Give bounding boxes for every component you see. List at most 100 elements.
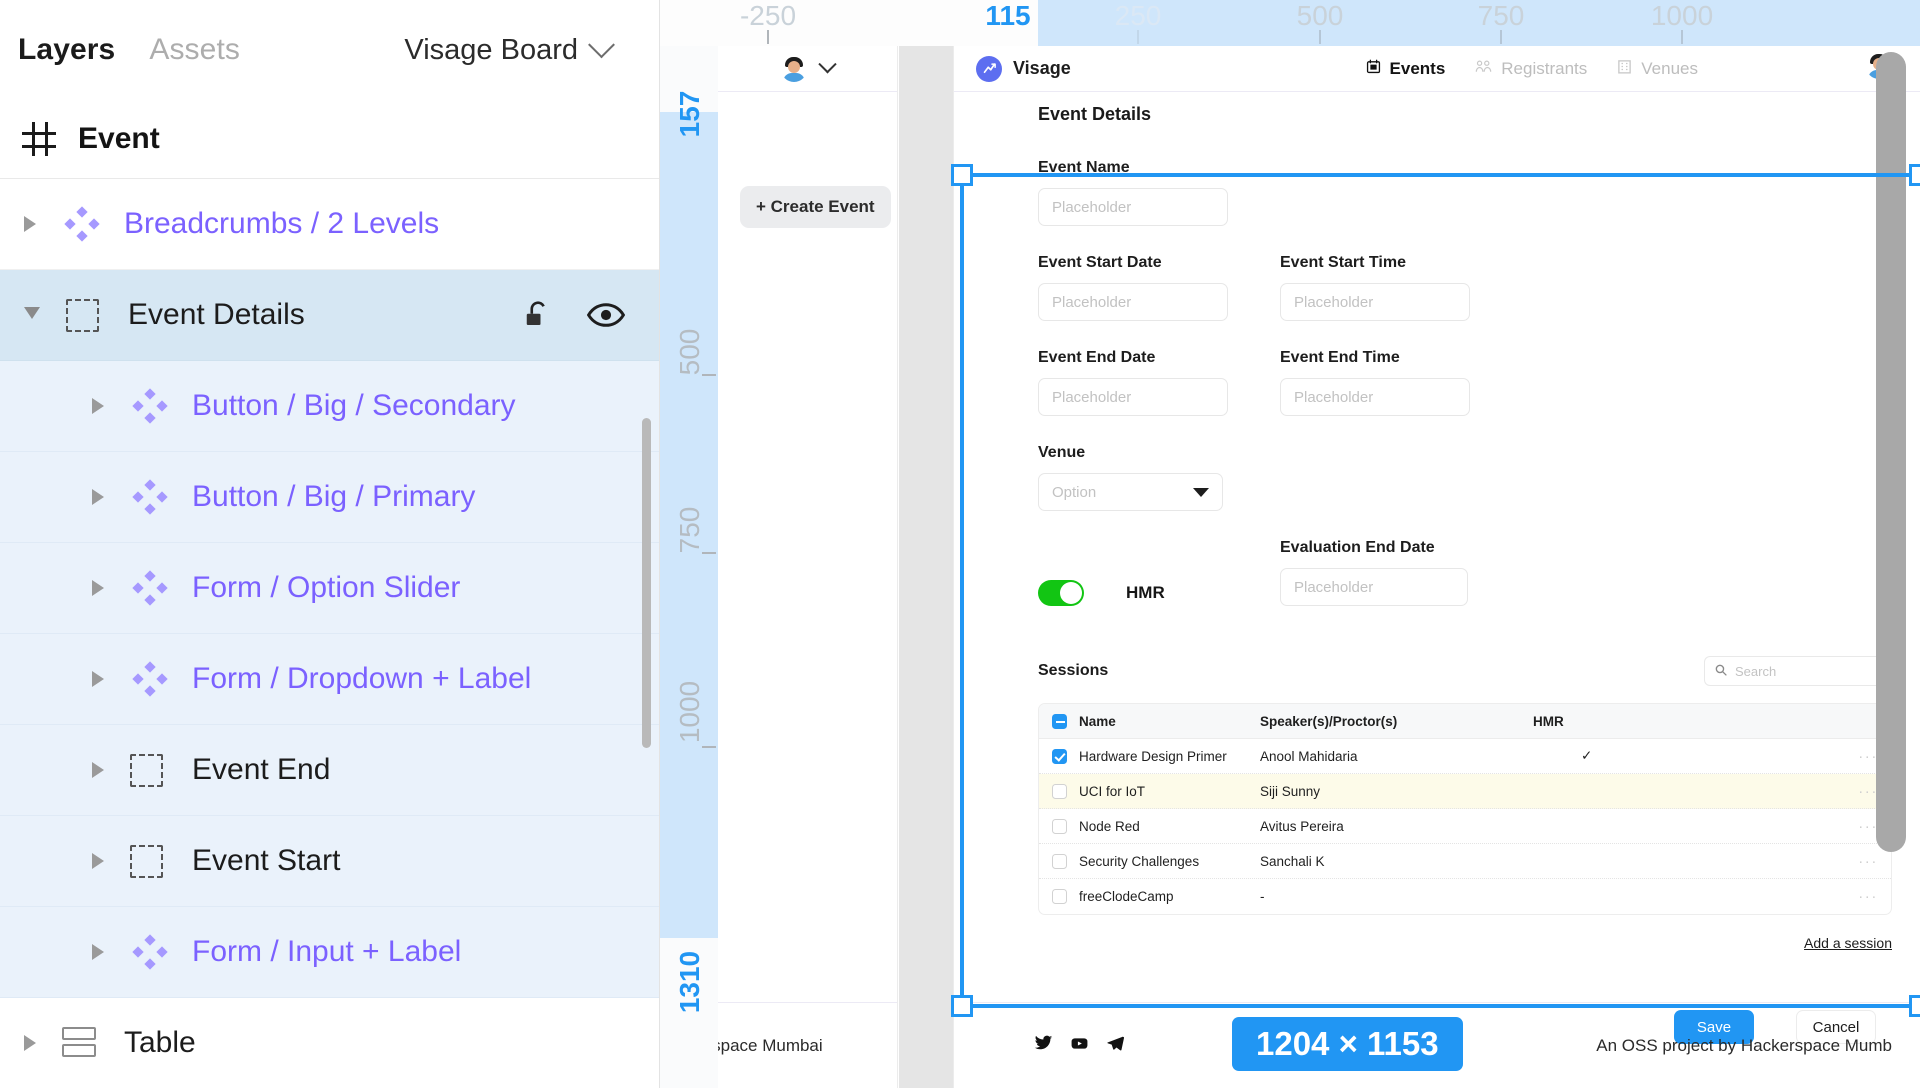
mock-sidebar-artboard: + Create Event ckerspace Mumbai <box>718 46 898 1088</box>
layer-row-form-dropdown-label[interactable]: Form / Dropdown + Label <box>0 634 659 725</box>
youtube-icon[interactable] <box>1070 1034 1089 1058</box>
form-section-title: Event Details <box>1038 104 1152 124</box>
row-checkbox[interactable] <box>1052 818 1067 834</box>
component-icon <box>62 204 102 244</box>
search-icon <box>1715 664 1727 679</box>
board-selector[interactable]: Visage Board <box>404 30 641 67</box>
canvas-body[interactable]: + Create Event ckerspace Mumbai Visage <box>718 46 1920 1088</box>
component-icon <box>130 386 170 426</box>
event-start-date-input[interactable]: Placeholder <box>1038 283 1228 321</box>
column-header-name: Name <box>1079 713 1116 729</box>
caret-right-icon[interactable] <box>92 762 104 778</box>
layer-row-event-details[interactable]: Event Details <box>0 270 659 361</box>
row-checkbox[interactable] <box>1052 748 1067 764</box>
frame-name: Event <box>78 122 160 155</box>
nav-item-registrants[interactable]: Registrants <box>1475 59 1587 79</box>
evaluation-end-date-input[interactable]: Placeholder <box>1280 568 1468 606</box>
table-row[interactable]: Security Challenges Sanchali K ··· <box>1039 844 1891 879</box>
row-checkbox[interactable] <box>1052 853 1067 869</box>
layer-row-breadcrumbs[interactable]: Breadcrumbs / 2 Levels <box>0 179 659 270</box>
artboard-gap <box>899 46 953 1088</box>
nav-label: Registrants <box>1501 58 1588 78</box>
caret-right-icon[interactable] <box>92 580 104 596</box>
chevron-down-icon[interactable] <box>818 55 837 74</box>
cell-name: Hardware Design Primer <box>1079 748 1227 764</box>
caret-down-icon <box>1193 487 1209 497</box>
layer-row-button-big-secondary[interactable]: Button / Big / Secondary <box>0 361 659 452</box>
layer-label: Form / Input + Label <box>192 935 462 968</box>
field-label: Event End Time <box>1280 349 1400 366</box>
vertical-ruler[interactable]: 157 500 750 1000 1310 <box>660 46 718 1088</box>
footer-text: ckerspace Mumbai <box>718 1035 823 1055</box>
canvas-area[interactable]: -250 115 250 500 750 1000 157 500 750 10… <box>660 0 1920 1088</box>
unlock-icon[interactable] <box>523 300 553 330</box>
board-name: Visage Board <box>404 33 578 66</box>
caret-right-icon[interactable] <box>92 489 104 505</box>
cell-name: freeClodeCamp <box>1079 889 1174 904</box>
cell-name: Security Challenges <box>1079 853 1200 869</box>
row-menu-icon[interactable]: ··· <box>1844 748 1878 765</box>
nav-item-venues[interactable]: Venues <box>1617 59 1698 79</box>
layer-label: Form / Dropdown + Label <box>192 662 532 695</box>
caret-right-icon[interactable] <box>92 398 104 414</box>
table-row[interactable]: Hardware Design Primer Anool Mahidaria ✓… <box>1039 739 1891 774</box>
sessions-search[interactable]: Search <box>1704 656 1892 686</box>
layer-row-form-input-label[interactable]: Form / Input + Label <box>0 907 659 998</box>
add-session-link[interactable]: Add a session <box>1804 935 1892 951</box>
event-name-input[interactable]: Placeholder <box>1038 188 1228 226</box>
row-menu-icon[interactable]: ··· <box>1844 818 1878 835</box>
brand-name: Visage <box>1013 58 1071 78</box>
nav-item-events[interactable]: Events <box>1366 59 1445 79</box>
event-end-date-input[interactable]: Placeholder <box>1038 378 1228 416</box>
eye-icon[interactable] <box>586 302 626 328</box>
field-label: Event Name <box>1038 159 1130 176</box>
layer-row-event-end[interactable]: Event End <box>0 725 659 816</box>
brand[interactable]: Visage <box>976 55 1071 82</box>
sessions-table: Name Speaker(s)/Proctor(s) HMR Hardware … <box>1038 703 1892 915</box>
venue-dropdown[interactable]: Option <box>1038 473 1223 511</box>
component-icon <box>130 477 170 517</box>
select-all-checkbox[interactable] <box>1052 713 1067 729</box>
twitter-icon[interactable] <box>1034 1034 1053 1058</box>
event-start-time-input[interactable]: Placeholder <box>1280 283 1470 321</box>
column-header-speakers: Speaker(s)/Proctor(s) <box>1260 713 1398 729</box>
layers-scrollbar[interactable] <box>642 418 651 748</box>
row-menu-icon[interactable]: ··· <box>1844 853 1878 870</box>
caret-right-icon[interactable] <box>92 853 104 869</box>
row-menu-icon[interactable]: ··· <box>1844 888 1878 905</box>
frame-header[interactable]: Event <box>0 100 659 178</box>
field-event-end-time: Event End Time Placeholder <box>1280 349 1470 416</box>
cell-speaker: - <box>1260 889 1265 904</box>
row-checkbox[interactable] <box>1052 783 1067 799</box>
layer-label: Event Details <box>128 298 305 331</box>
row-menu-icon[interactable]: ··· <box>1844 783 1878 800</box>
mock-app-scrollbar[interactable] <box>1876 52 1906 852</box>
caret-right-icon[interactable] <box>24 216 36 232</box>
event-end-time-input[interactable]: Placeholder <box>1280 378 1470 416</box>
table-row[interactable]: freeClodeCamp - ··· <box>1039 879 1891 914</box>
layer-label: Button / Big / Secondary <box>192 389 516 422</box>
layer-row-button-big-primary[interactable]: Button / Big / Primary <box>0 452 659 543</box>
table-row[interactable]: UCI for IoT Siji Sunny ··· <box>1039 774 1891 809</box>
row-checkbox[interactable] <box>1052 889 1067 904</box>
layer-row-event-start[interactable]: Event Start <box>0 816 659 907</box>
user-avatar-icon[interactable] <box>781 56 807 82</box>
table-row[interactable]: Node Red Avitus Pereira ··· <box>1039 809 1891 844</box>
layer-label: Event End <box>192 753 331 786</box>
layer-row-form-option-slider[interactable]: Form / Option Slider <box>0 543 659 634</box>
tab-layers[interactable]: Layers <box>18 33 115 67</box>
create-event-button[interactable]: + Create Event <box>740 186 891 228</box>
telegram-icon[interactable] <box>1106 1034 1125 1058</box>
hmr-toggle[interactable] <box>1038 580 1084 606</box>
horizontal-ruler[interactable]: -250 115 250 500 750 1000 <box>660 0 1920 46</box>
mock-app-nav: Events Registrants Venues <box>1366 59 1898 79</box>
layer-row-table[interactable]: Table <box>0 998 659 1088</box>
caret-right-icon[interactable] <box>92 671 104 687</box>
layer-label: Button / Big / Primary <box>192 480 476 513</box>
caret-down-icon[interactable] <box>24 306 40 327</box>
caret-right-icon[interactable] <box>24 1035 36 1051</box>
layers-list: Breadcrumbs / 2 Levels Event Details But… <box>0 178 659 1088</box>
component-icon <box>130 932 170 972</box>
tab-assets[interactable]: Assets <box>149 33 240 67</box>
caret-right-icon[interactable] <box>92 944 104 960</box>
